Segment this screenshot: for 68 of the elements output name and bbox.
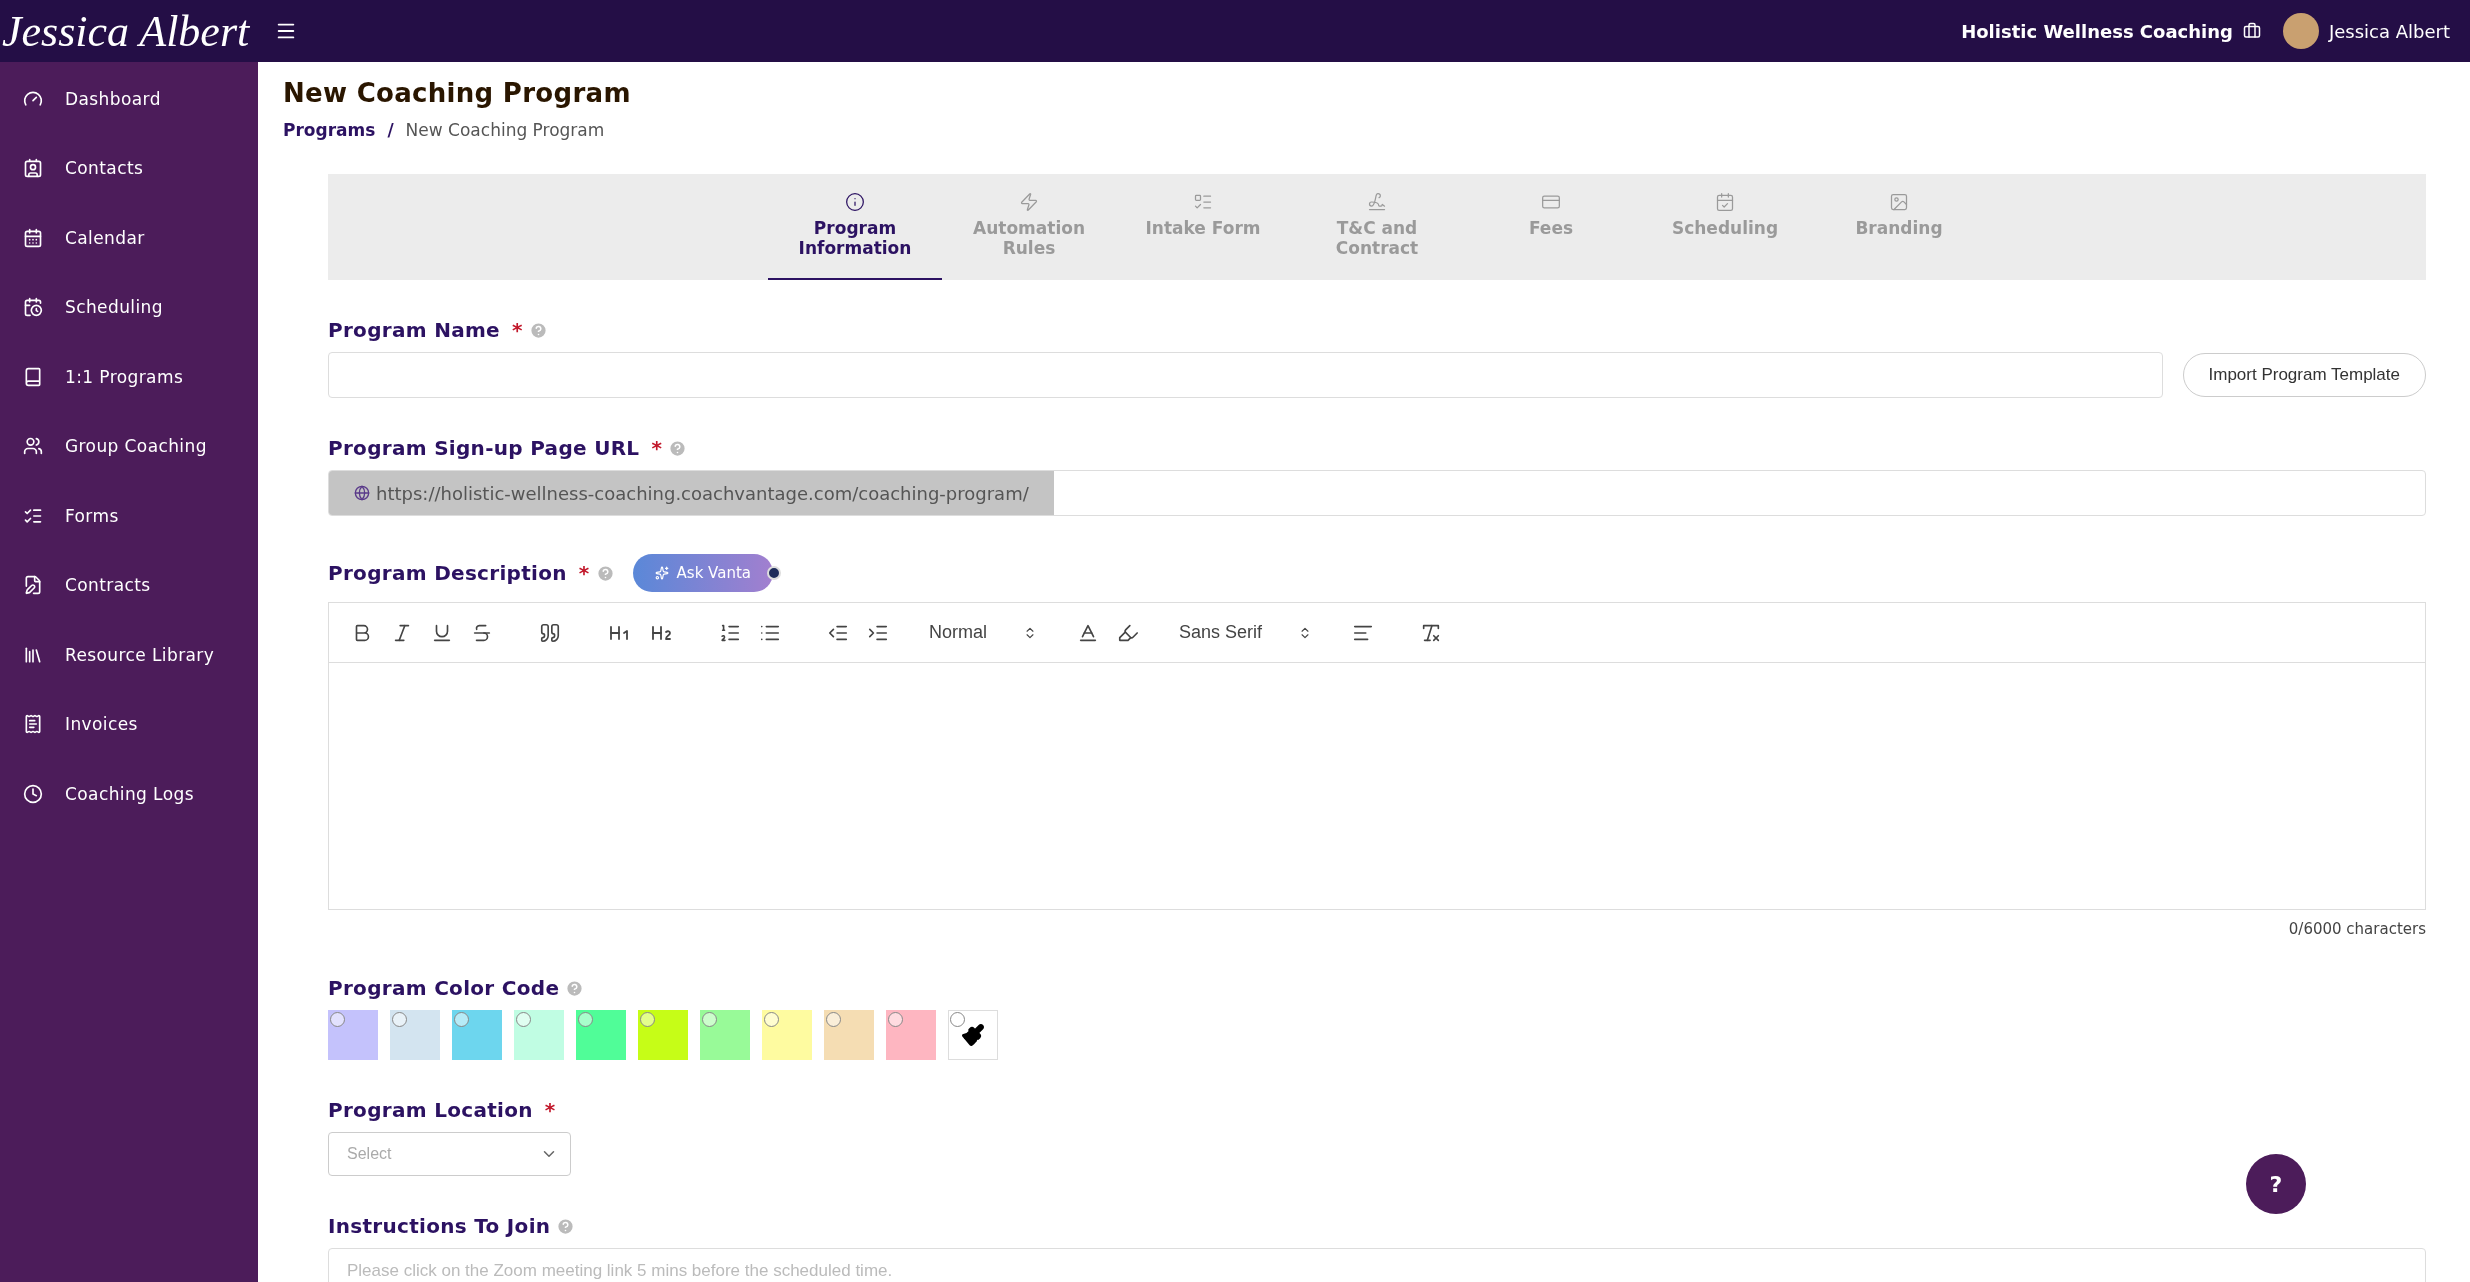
page-title: New Coaching Program xyxy=(283,78,632,108)
breadcrumb-link[interactable]: Programs xyxy=(283,120,376,140)
people-icon xyxy=(23,436,43,457)
pen-document-icon xyxy=(23,575,43,596)
url-field[interactable]: https://holistic-wellness-coaching.coachvantage.com/coaching-program/ xyxy=(328,470,2426,516)
program-name-input[interactable] xyxy=(328,352,2163,398)
image-icon xyxy=(1889,192,1909,212)
required-mark: * xyxy=(512,318,523,342)
color-swatch[interactable] xyxy=(638,1010,688,1060)
receipt-icon xyxy=(23,714,43,735)
sidebar-item[interactable]: 1:1 Programs xyxy=(0,342,258,412)
font-select[interactable]: Sans Serif xyxy=(1173,621,1319,644)
color-swatch[interactable] xyxy=(452,1010,502,1060)
field-label: Program Name xyxy=(328,318,500,342)
sidebar-item[interactable]: Dashboard xyxy=(0,64,258,134)
character-counter: 0/6000 characters xyxy=(2287,920,2426,938)
sidebar-item[interactable]: Contracts xyxy=(0,550,258,620)
help-button[interactable]: ? xyxy=(2246,1154,2306,1214)
clock-icon xyxy=(23,783,43,804)
sidebar-item[interactable]: Contacts xyxy=(0,133,258,203)
business-name: Holistic Wellness Coaching xyxy=(1961,20,2233,42)
sidebar-item[interactable]: Invoices xyxy=(0,689,258,759)
info-icon xyxy=(845,192,865,212)
sidebar-item[interactable]: Calendar xyxy=(0,203,258,273)
briefcase-icon xyxy=(2242,22,2261,40)
logo: Jessica Albert xyxy=(1,5,250,57)
color-swatch[interactable] xyxy=(762,1010,812,1060)
required-mark: * xyxy=(544,1098,556,1122)
color-swatch[interactable] xyxy=(328,1010,378,1060)
sparkle-icon xyxy=(654,566,669,580)
field-label: Instructions To Join xyxy=(328,1214,551,1238)
avatar[interactable] xyxy=(2282,13,2319,49)
custom-color-button[interactable] xyxy=(948,1010,998,1060)
lightning-icon xyxy=(1019,192,1039,212)
color-swatch[interactable] xyxy=(886,1010,936,1060)
globe-icon xyxy=(354,485,370,501)
sidebar-item[interactable]: Resource Library xyxy=(0,620,258,690)
color-swatch[interactable] xyxy=(576,1010,626,1060)
contact-book-icon xyxy=(23,158,43,179)
color-swatch[interactable] xyxy=(824,1010,874,1060)
step-tab[interactable]: Program Information xyxy=(768,192,942,280)
url-prefix: https://holistic-wellness-coaching.coachvantage.com/coaching-program/ xyxy=(329,471,1054,515)
calendar-check-icon xyxy=(1715,192,1735,212)
color-swatch[interactable] xyxy=(390,1010,440,1060)
book-icon xyxy=(23,366,43,387)
sidebar-item[interactable]: Forms xyxy=(0,481,258,551)
field-label: Program Sign-up Page URL xyxy=(328,436,640,460)
rich-text-editor[interactable]: Normal Sans Serif xyxy=(328,602,2426,910)
import-template-button[interactable]: Import Program Template xyxy=(2182,353,2426,397)
signature-icon xyxy=(1367,192,1387,212)
instructions-input[interactable]: Please click on the Zoom meeting link 5 mins before the scheduled time. xyxy=(328,1248,2426,1282)
calendar-clock-icon xyxy=(23,297,43,318)
breadcrumb-separator: / xyxy=(387,120,394,140)
paintbrush-icon xyxy=(961,1023,985,1047)
calendar-icon xyxy=(23,227,43,248)
sidebar-item[interactable]: Scheduling xyxy=(0,272,258,342)
color-swatch[interactable] xyxy=(700,1010,750,1060)
user-name[interactable]: Jessica Albert xyxy=(2328,20,2450,42)
required-mark: * xyxy=(578,561,590,585)
sidebar-item[interactable]: Coaching Logs xyxy=(0,759,258,829)
field-label: Program Location xyxy=(328,1098,533,1122)
sidebar-item[interactable]: Group Coaching xyxy=(0,411,258,481)
header-select[interactable]: Normal xyxy=(923,621,1043,644)
field-label: Program Description xyxy=(328,561,567,585)
required-mark: * xyxy=(651,436,663,460)
field-label: Program Color Code xyxy=(328,976,560,1000)
breadcrumb-current: New Coaching Program xyxy=(405,120,605,140)
color-swatch[interactable] xyxy=(514,1010,564,1060)
